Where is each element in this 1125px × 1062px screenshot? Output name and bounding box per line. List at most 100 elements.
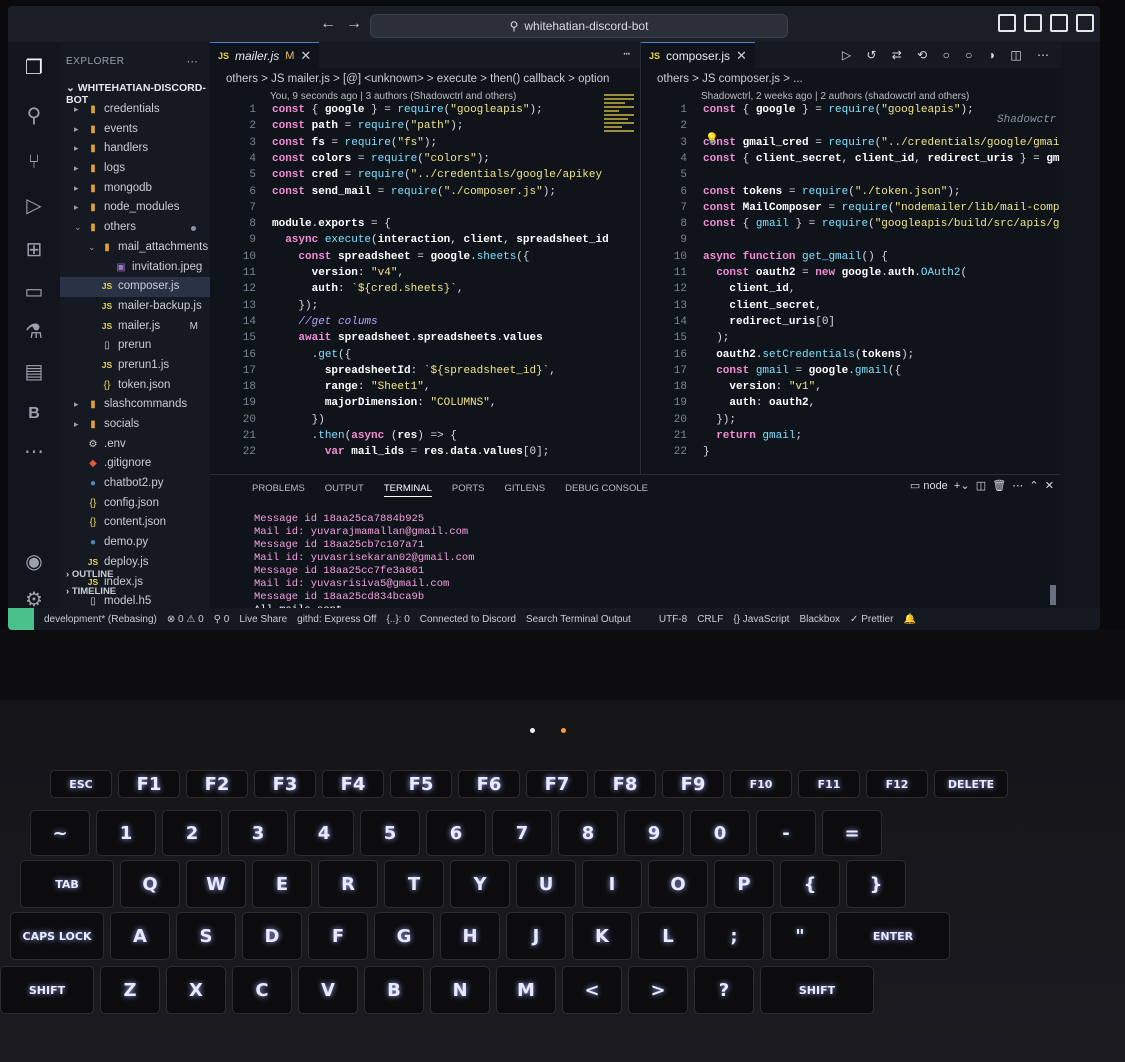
bell-icon[interactable]: 🔔 xyxy=(903,614,915,625)
tree-item[interactable]: {} content.json xyxy=(60,513,210,533)
source-control-icon[interactable]: ⑂ xyxy=(22,150,46,174)
code-line[interactable]: const cred = require("../credentials/goo… xyxy=(272,169,602,181)
close-icon[interactable]: ✕ xyxy=(300,48,311,64)
tree-item[interactable]: ● chatbot2.py xyxy=(60,474,210,494)
key-f9[interactable]: F9 xyxy=(662,770,724,798)
key-f12[interactable]: F12 xyxy=(866,770,928,798)
panel-tab-problems[interactable]: PROBLEMS xyxy=(252,483,305,497)
tree-item[interactable]: ▸ ▮ node_modules xyxy=(60,198,210,218)
key-8[interactable]: 8 xyxy=(558,810,618,856)
tree-item[interactable]: ▸ ▮ handlers xyxy=(60,139,210,159)
breadcrumb[interactable]: others > JS mailer.js > [@] <unknown> > … xyxy=(210,68,640,90)
ports-status[interactable]: ⚲ 0 xyxy=(214,614,230,625)
key-d[interactable]: D xyxy=(242,912,302,960)
terminal-scrollbar[interactable] xyxy=(1050,585,1056,605)
timeline-header[interactable]: › TIMELINE xyxy=(66,583,116,600)
layout-controls[interactable] xyxy=(998,14,1094,32)
panel-tab-ports[interactable]: PORTS xyxy=(452,483,485,497)
key-4[interactable]: 4 xyxy=(294,810,354,856)
code-line[interactable]: const { google } = require("googleapis")… xyxy=(703,104,974,116)
code-line[interactable]: var mail_ids = res.data.values[0]; xyxy=(272,446,550,458)
code-line[interactable]: await spreadsheet.spreadsheets.values xyxy=(272,332,542,344)
key-h[interactable]: H xyxy=(440,912,500,960)
blackbox-icon[interactable]: B xyxy=(22,402,46,426)
key-3[interactable]: 3 xyxy=(228,810,288,856)
key-s[interactable]: S xyxy=(176,912,236,960)
code-line[interactable]: client_id, xyxy=(703,283,795,295)
code-line[interactable]: oauth2.setCredentials(tokens); xyxy=(703,349,914,361)
language-status[interactable]: {} JavaScript xyxy=(733,614,789,625)
remote-indicator[interactable] xyxy=(8,608,34,630)
code-line[interactable]: .then(async (res) => { xyxy=(272,430,457,442)
breadcrumb[interactable]: others > JS composer.js > ... xyxy=(641,68,1061,90)
key--[interactable]: = xyxy=(822,810,882,856)
code-line[interactable]: majorDimension: "COLUMNS", xyxy=(272,397,497,409)
problems-status[interactable]: ⊗ 0 ⚠ 0 xyxy=(167,614,204,625)
key-1[interactable]: 1 xyxy=(96,810,156,856)
key-f7[interactable]: F7 xyxy=(526,770,588,798)
tab-composer-js[interactable]: JS composer.js ✕ xyxy=(641,42,755,69)
key-shift[interactable]: SHIFT xyxy=(760,966,874,1014)
code-line[interactable]: const oauth2 = new google.auth.OAuth2( xyxy=(703,267,967,279)
code-line[interactable]: const colors = require("colors"); xyxy=(272,153,490,165)
code-line[interactable]: const MailComposer = require("nodemailer… xyxy=(703,202,1060,214)
code-line[interactable]: const gmail_cred = require("../credentia… xyxy=(703,137,1060,149)
key-f3[interactable]: F3 xyxy=(254,770,316,798)
code-line[interactable]: const gmail = google.gmail({ xyxy=(703,365,901,377)
code-line[interactable]: const { client_secret, client_id, redire… xyxy=(703,153,1060,165)
tree-item[interactable]: {} token.json xyxy=(60,376,210,396)
code-line[interactable]: }); xyxy=(272,300,318,312)
lightbulb-icon[interactable]: 💡 xyxy=(705,132,719,146)
git-blame-lens[interactable]: Shadowctrl, 2 weeks ago | 2 authors (sha… xyxy=(641,90,1061,104)
key-w[interactable]: W xyxy=(186,860,246,908)
explorer-icon[interactable]: ❐ xyxy=(22,56,46,80)
tree-item[interactable]: JS prerun1.js xyxy=(60,356,210,376)
key-f2[interactable]: F2 xyxy=(186,770,248,798)
code-line[interactable]: const send_mail = require("./composer.js… xyxy=(272,186,556,198)
code-line[interactable]: ); xyxy=(703,332,729,344)
code-line[interactable]: const path = require("path"); xyxy=(272,120,463,132)
key-o[interactable]: O xyxy=(648,860,708,908)
githd-status[interactable]: githd: Express Off xyxy=(297,614,376,625)
layout-secondary-icon[interactable] xyxy=(1050,14,1068,32)
key-b[interactable]: B xyxy=(364,966,424,1014)
key-z[interactable]: Z xyxy=(100,966,160,1014)
new-terminal-icon[interactable]: +⌄ xyxy=(951,480,970,492)
minimap[interactable] xyxy=(604,92,634,212)
key-f4[interactable]: F4 xyxy=(322,770,384,798)
outline-header[interactable]: › OUTLINE xyxy=(66,566,116,583)
key--[interactable]: } xyxy=(846,860,906,908)
code-line[interactable]: version: "v1", xyxy=(703,381,821,393)
key-v[interactable]: V xyxy=(298,966,358,1014)
key-m[interactable]: M xyxy=(496,966,556,1014)
key-shift[interactable]: SHIFT xyxy=(0,966,94,1014)
layout-sidebar-icon[interactable] xyxy=(998,14,1016,32)
key--[interactable]: ; xyxy=(704,912,764,960)
panel-tab-gitlens[interactable]: GITLENS xyxy=(504,483,545,497)
search-icon[interactable]: ⚲ xyxy=(22,104,46,128)
code-line[interactable]: async function get_gmail() { xyxy=(703,251,888,263)
key-j[interactable]: J xyxy=(506,912,566,960)
tree-item[interactable]: JS mailer-backup.js xyxy=(60,297,210,317)
key-delete[interactable]: DELETE xyxy=(934,770,1008,798)
tree-item[interactable]: ▸ ▮ slashcommands xyxy=(60,395,210,415)
key-f5[interactable]: F5 xyxy=(390,770,452,798)
code-line[interactable]: version: "v4", xyxy=(272,267,404,279)
code-line[interactable]: client_secret, xyxy=(703,300,821,312)
editor-actions[interactable]: ▷ ↺ ⇄ ⟲ ○ ○ ◑ ◫ ⋯ xyxy=(842,48,1055,62)
split-icon[interactable]: ◫ xyxy=(973,480,986,492)
code-line[interactable]: return gmail; xyxy=(703,430,802,442)
key-a[interactable]: A xyxy=(110,912,170,960)
extensions-icon[interactable]: ⊞ xyxy=(22,238,46,262)
tree-item[interactable]: JS mailer.js M xyxy=(60,317,210,337)
blackbox-status[interactable]: Blackbox xyxy=(799,614,840,625)
key-t[interactable]: T xyxy=(384,860,444,908)
tree-item[interactable]: ▸ ▮ credentials xyxy=(60,100,210,120)
account-icon[interactable]: ◉ xyxy=(22,550,46,574)
layout-custom-icon[interactable] xyxy=(1076,14,1094,32)
testing-icon[interactable]: ⚗ xyxy=(22,320,46,344)
tree-item[interactable]: {} config.json xyxy=(60,494,210,514)
key-f1[interactable]: F1 xyxy=(118,770,180,798)
code-line[interactable]: auth: `${cred.sheets}`, xyxy=(272,283,464,295)
remote-explorer-icon[interactable]: ▭ xyxy=(22,280,46,304)
